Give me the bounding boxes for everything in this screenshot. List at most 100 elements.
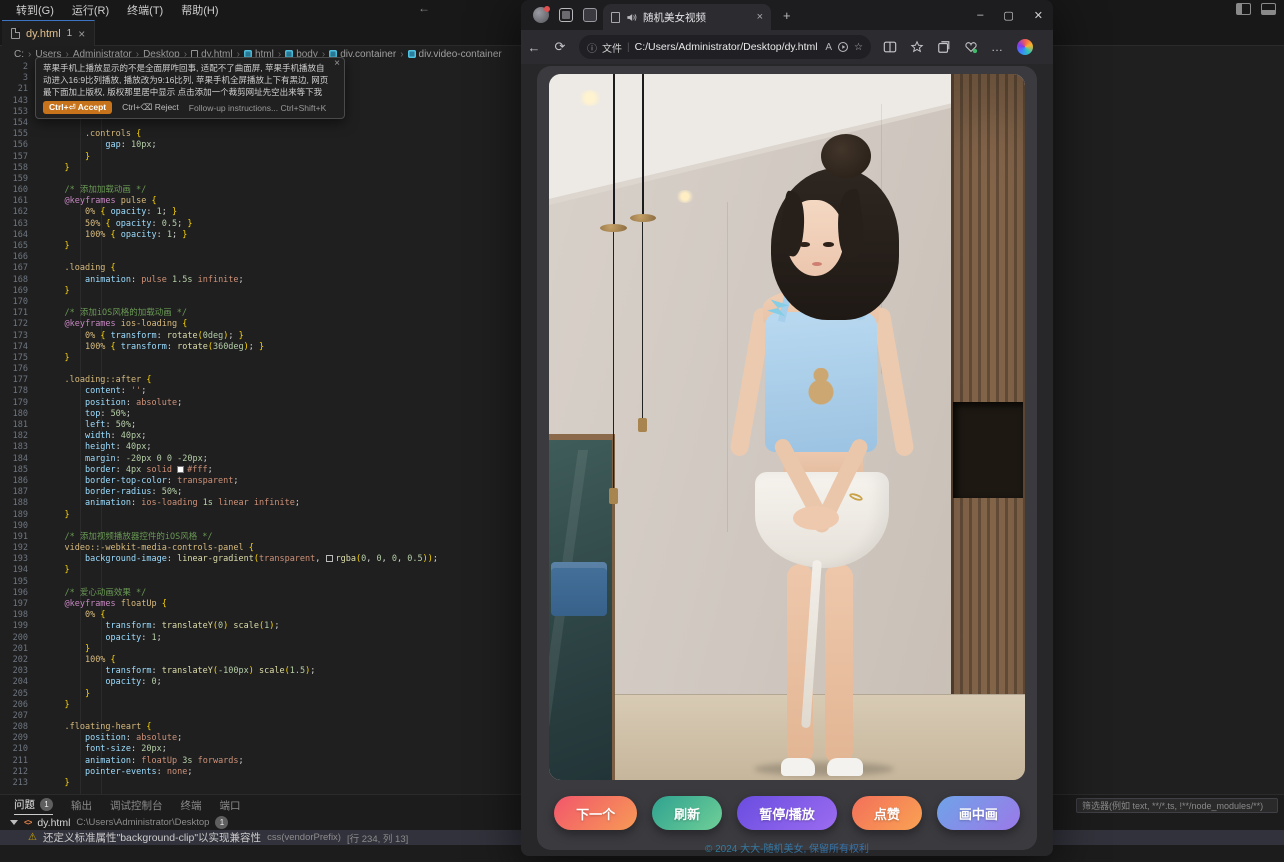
chevron-down-icon [10, 820, 18, 825]
page-content: 下一个刷新暂停/播放点赞画中画 © 2024 大大-随机美女, 保留所有权利 [521, 64, 1053, 856]
panel-tab-4[interactable]: 端口 [220, 795, 241, 815]
media-control-icon[interactable] [837, 41, 849, 53]
panel-tab-0[interactable]: 问题1 [14, 795, 53, 815]
profile-avatar[interactable] [533, 7, 549, 23]
browser-window: 随机美女视频 × + – ▢ ✕ ← ⟳ ⓘ 文件 | C:/Users/Adm… [521, 0, 1053, 856]
workspaces-icon[interactable] [559, 8, 573, 22]
tab-modified-badge: 1 [67, 28, 73, 39]
problems-count-badge: 1 [215, 816, 228, 829]
back-button[interactable]: ← [521, 40, 547, 55]
favorites-bar-icon[interactable] [910, 40, 924, 54]
video-button-3[interactable]: 点赞 [852, 796, 922, 830]
storage-bin [551, 562, 607, 616]
reject-button[interactable]: Ctrl+⌫ Reject [122, 102, 179, 113]
ai-tooltip-text: 苹果手机上播放显示的不是全面屏咋回事, 适配不了曲面屏, 苹果手机播放自动进入1… [43, 62, 330, 99]
wall-seam [727, 202, 728, 532]
ai-tooltip-actions: Ctrl+⏎ Accept Ctrl+⌫ Reject Follow-up in… [43, 101, 330, 114]
video-button-0[interactable]: 下一个 [554, 796, 637, 830]
editor-tab-dyhtml[interactable]: dy.html 1 × [2, 20, 95, 46]
breadcrumb-item[interactable]: C: [14, 49, 24, 60]
page-favicon [611, 12, 620, 23]
divider: | [627, 42, 630, 53]
new-tab-button[interactable]: + [783, 8, 791, 23]
video-button-4[interactable]: 画中画 [937, 796, 1020, 830]
url-text[interactable]: C:/Users/Administrator/Desktop/dy.html [635, 41, 821, 53]
panel-tab-1[interactable]: 输出 [71, 795, 92, 815]
split-screen-icon[interactable] [883, 40, 897, 54]
panel-tab-2[interactable]: 调试控制台 [110, 795, 163, 815]
figure-mouth [812, 262, 822, 266]
pendant-cord [642, 222, 643, 420]
tab-close-icon[interactable]: × [757, 11, 763, 23]
figure-shoe [781, 758, 815, 776]
layout-controls [1236, 3, 1276, 15]
figure-eye [823, 242, 834, 247]
ceiling-light [675, 190, 695, 203]
figure-shoe [827, 758, 863, 776]
toolbar-extensions: … [883, 39, 1033, 55]
html-file-icon: <> [24, 818, 31, 827]
pendant-cord [613, 232, 614, 490]
copilot-icon[interactable] [1017, 39, 1033, 55]
pendant-bulb [638, 418, 647, 432]
copyright-text: © 2024 大大-随机美女, 保留所有权利 [537, 840, 1037, 855]
screen: 转到(G)运行(R)终端(T)帮助(H) ← dy.html 1 × C:›Us… [0, 0, 1284, 862]
read-aloud-icon[interactable]: A [825, 42, 832, 53]
figure-shadow [754, 762, 894, 776]
warning-icon: ⚠ [28, 832, 37, 843]
video-button-2[interactable]: 暂停/播放 [737, 796, 837, 830]
figure-hands [793, 506, 839, 530]
breadcrumb-item[interactable]: div.video-container [408, 49, 502, 60]
panel-tab-3[interactable]: 终端 [181, 795, 202, 815]
menu-bar: 转到(G)运行(R)终端(T)帮助(H) [0, 0, 227, 20]
maximize-button[interactable]: ▢ [1003, 9, 1013, 22]
file-icon [11, 28, 20, 39]
followup-button[interactable]: Follow-up instructions... Ctrl+Shift+K [189, 103, 326, 113]
figure-leg [825, 564, 853, 764]
browser-tab[interactable]: 随机美女视频 × [603, 4, 771, 30]
audio-playing-icon[interactable] [626, 12, 637, 23]
tab-close-icon[interactable]: × [78, 27, 85, 41]
video-player[interactable] [549, 74, 1025, 780]
menu-item-3[interactable]: 帮助(H) [173, 0, 226, 20]
breadcrumb-separator: › [399, 49, 404, 60]
accept-button[interactable]: Ctrl+⏎ Accept [43, 101, 112, 114]
toggle-panel-icon[interactable] [1261, 3, 1276, 15]
pendant-lamp [600, 224, 627, 232]
problem-message: 还定义标准属性"background-clip"以实现兼容性 [43, 830, 261, 845]
pendant-bulb [609, 488, 618, 504]
close-button[interactable]: ✕ [1034, 9, 1043, 22]
nav-back-icon[interactable]: ← [418, 1, 430, 15]
menu-item-1[interactable]: 运行(R) [64, 0, 117, 20]
address-bar[interactable]: ⓘ 文件 | C:/Users/Administrator/Desktop/dy… [579, 35, 871, 59]
pendant-lamp [630, 214, 656, 222]
close-icon[interactable]: × [334, 58, 340, 69]
ai-inline-chat-tooltip: × 苹果手机上播放显示的不是全面屏咋回事, 适配不了曲面屏, 苹果手机播放自动进… [35, 57, 345, 119]
menu-item-2[interactable]: 终端(T) [119, 0, 171, 20]
site-info-icon[interactable]: ⓘ [587, 40, 597, 55]
browser-essentials-icon[interactable] [964, 40, 978, 54]
problem-location: [行 234, 列 13] [347, 831, 408, 845]
favorites-star-icon[interactable]: ☆ [854, 42, 863, 53]
problems-filter-input[interactable] [1076, 798, 1278, 813]
refresh-button[interactable]: ⟳ [547, 39, 573, 55]
symbol-icon [408, 50, 416, 58]
tab-actions-icon[interactable] [583, 8, 597, 22]
teddy-bear-print [805, 368, 837, 408]
problems-file-path: C:\Users\Administrator\Desktop [76, 817, 209, 828]
pendant-cord [613, 74, 615, 226]
window-controls: – ▢ ✕ [977, 0, 1043, 30]
settings-more-icon[interactable]: … [991, 40, 1004, 54]
collections-icon[interactable] [937, 40, 951, 54]
video-button-1[interactable]: 刷新 [652, 796, 722, 830]
wall-niche [953, 402, 1023, 498]
indent-guide [101, 62, 102, 794]
breadcrumb-separator: › [27, 49, 32, 60]
figure-eye [799, 242, 810, 247]
minimize-button[interactable]: – [977, 9, 983, 21]
menu-item-0[interactable]: 转到(G) [8, 0, 62, 20]
tab-title: 随机美女视频 [643, 10, 751, 25]
figure-hair-bun [821, 134, 871, 178]
toggle-sidebar-icon[interactable] [1236, 3, 1251, 15]
pendant-cord [642, 74, 644, 216]
